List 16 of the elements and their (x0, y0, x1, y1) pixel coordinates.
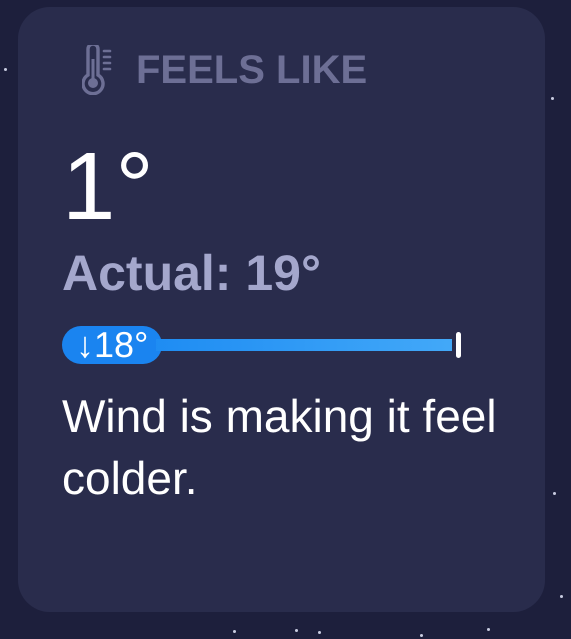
star-dot (420, 634, 423, 637)
description-text: Wind is making it feel colder. (62, 389, 498, 506)
star-dot (553, 492, 556, 495)
difference-badge: ↓18° (62, 326, 162, 364)
star-dot (318, 631, 321, 634)
thermometer-icon (82, 45, 112, 95)
star-dot (295, 629, 298, 632)
star-dot (233, 630, 236, 633)
bar-end-marker (456, 332, 462, 358)
star-dot (487, 628, 490, 631)
star-dot (551, 97, 554, 100)
feels-like-value: 1° (62, 139, 155, 235)
actual-temperature: Actual: 19° (62, 244, 322, 303)
star-dot (560, 595, 563, 598)
widget-title: FEELS LIKE (136, 48, 368, 92)
star-dot (4, 68, 7, 71)
